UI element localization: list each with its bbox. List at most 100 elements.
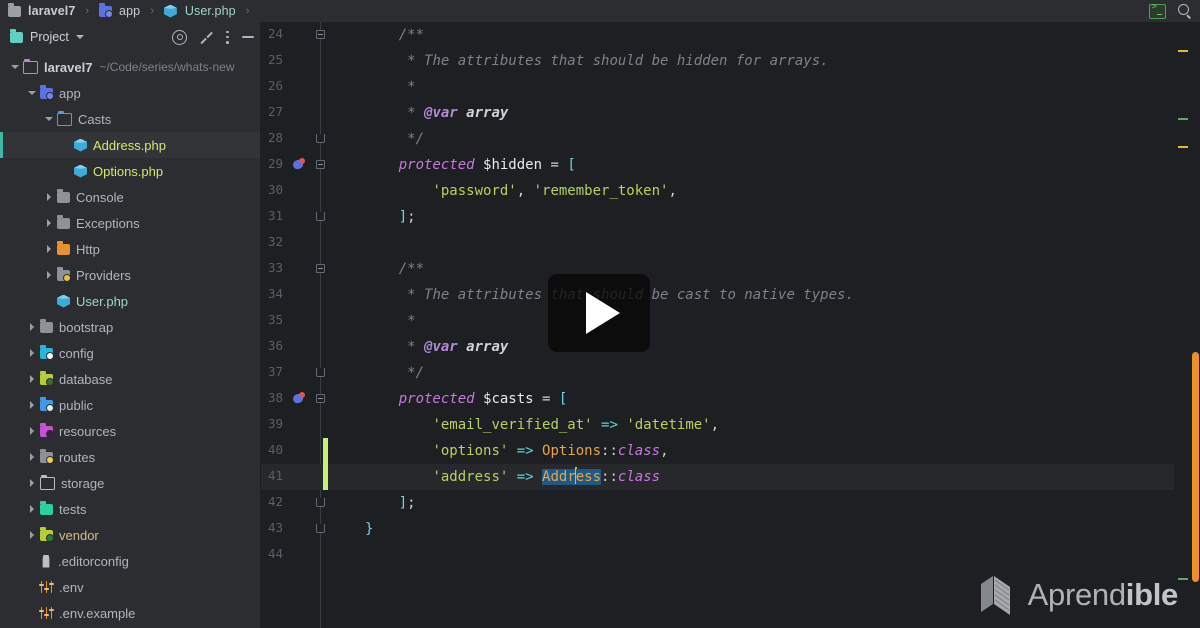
editor-marker[interactable]	[1178, 118, 1188, 120]
options-kebab-icon[interactable]	[226, 30, 229, 44]
code-token: @var	[424, 339, 458, 355]
phpstorm-window: laravel7 › app › User.php › > Project la…	[0, 0, 1200, 628]
tree-toggle-collapsed-icon[interactable]	[42, 193, 55, 201]
tree-item-user-php[interactable]: User.php	[0, 288, 260, 314]
play-button[interactable]	[548, 274, 650, 352]
code-token: *	[407, 313, 416, 329]
code-line[interactable]: */	[365, 126, 424, 152]
editor-gutter[interactable]: 24 25 26 27 28 29 30 31 32 33 34 35 36 37 38 39 40 41 42 43…	[261, 22, 325, 628]
code-line[interactable]: 'address' => Address::class	[365, 464, 660, 490]
tree-toggle-collapsed-icon[interactable]	[25, 531, 38, 539]
breadcrumb-bar: laravel7 › app › User.php ›	[0, 0, 1200, 22]
tree-toggle-collapsed-icon[interactable]	[25, 349, 38, 357]
tree-item-tests[interactable]: tests	[0, 496, 260, 522]
code-line[interactable]: *	[365, 308, 416, 334]
code-line[interactable]: * @var array	[365, 334, 508, 360]
code-token: ,	[660, 443, 669, 459]
code-line[interactable]: * @var array	[365, 100, 508, 126]
code-line[interactable]: /**	[365, 256, 424, 282]
tree-item-address-php[interactable]: Address.php	[0, 132, 260, 158]
line-number: 43	[267, 520, 283, 535]
code-token: }	[365, 521, 374, 537]
tree-toggle-collapsed-icon[interactable]	[25, 479, 38, 487]
code-line[interactable]: ];	[365, 490, 416, 516]
tree-item-bootstrap[interactable]: bootstrap	[0, 314, 260, 340]
tree-item-config[interactable]: config	[0, 340, 260, 366]
folder-grey-icon	[57, 189, 70, 203]
code-line[interactable]: *	[365, 74, 415, 100]
editor-marker[interactable]	[1178, 146, 1188, 148]
tree-item-providers[interactable]: Providers	[0, 262, 260, 288]
editor-code-area[interactable]: /** * The attributes that should be hidd…	[323, 22, 1200, 628]
code-line[interactable]: */	[365, 360, 424, 386]
chevron-down-icon[interactable]	[75, 35, 84, 39]
tree-toggle-expanded-icon[interactable]	[25, 91, 38, 95]
collapse-all-icon[interactable]	[200, 31, 213, 44]
scrollbar-thumb[interactable]	[1192, 352, 1199, 582]
laravel-bean-gutter-icon[interactable]	[291, 392, 306, 405]
code-line[interactable]: 'password', 'remember_token',	[365, 178, 676, 204]
tree-item-casts[interactable]: Casts	[0, 106, 260, 132]
tree-toggle-collapsed-icon[interactable]	[42, 245, 55, 253]
tree-item-options-php[interactable]: Options.php	[0, 158, 260, 184]
tree-item-app[interactable]: app	[0, 80, 260, 106]
tree-toggle-collapsed-icon[interactable]	[25, 453, 38, 461]
laravel-bean-gutter-icon[interactable]	[291, 158, 306, 171]
tree-item-database[interactable]: database	[0, 366, 260, 392]
breadcrumb-item-laravel7[interactable]: laravel7	[28, 4, 75, 18]
tree-item-http[interactable]: Http	[0, 236, 260, 262]
breadcrumb-item-user-php[interactable]: User.php	[185, 4, 236, 18]
code-line[interactable]: protected $hidden = [	[365, 152, 576, 178]
terminal-icon[interactable]	[1149, 2, 1166, 19]
php-class-icon	[74, 164, 87, 178]
code-line[interactable]: ];	[365, 204, 416, 230]
code-line[interactable]: /**	[365, 22, 424, 48]
tree-item-env-example[interactable]: .env.example	[0, 600, 260, 626]
code-line[interactable]: 'options' => Options::class,	[365, 438, 669, 464]
tree-item-vendor[interactable]: vendor	[0, 522, 260, 548]
code-editor[interactable]: 24 25 26 27 28 29 30 31 32 33 34 35 36 37 38 39 40 41 42 43…	[261, 22, 1200, 628]
breadcrumb-right-icons	[1149, 0, 1192, 22]
vcs-change-marker[interactable]	[323, 438, 328, 464]
editor-scrollbar[interactable]	[1188, 22, 1200, 628]
tree-item-public[interactable]: public	[0, 392, 260, 418]
tree-item-resources[interactable]: resources	[0, 418, 260, 444]
tree-item-label: .env.example	[59, 605, 136, 621]
code-token: class	[617, 469, 661, 485]
editor-marker[interactable]	[1178, 50, 1188, 52]
editor-marker[interactable]	[1178, 578, 1188, 580]
code-line[interactable]: * The attributes that should be hidden f…	[365, 48, 828, 74]
tree-toggle-collapsed-icon[interactable]	[25, 427, 38, 435]
tree-item-laravel7[interactable]: laravel7 ~/Code/series/whats-new	[0, 54, 260, 80]
code-token: ess	[575, 469, 602, 485]
tree-item-routes[interactable]: routes	[0, 444, 260, 470]
tree-toggle-collapsed-icon[interactable]	[25, 505, 38, 513]
tree-item-exceptions[interactable]: Exceptions	[0, 210, 260, 236]
tree-toggle-collapsed-icon[interactable]	[25, 323, 38, 331]
tree-toggle-collapsed-icon[interactable]	[25, 375, 38, 383]
tree-toggle-expanded-icon[interactable]	[42, 117, 55, 121]
code-line[interactable]: 'email_verified_at' => 'datetime',	[365, 412, 719, 438]
minimize-icon[interactable]	[242, 36, 254, 38]
tree-item-editorconfig[interactable]: .editorconfig	[0, 548, 260, 574]
code-token: protected	[398, 391, 475, 407]
php-class-icon	[74, 138, 87, 152]
code-line[interactable]: }	[365, 516, 373, 542]
tree-item-console[interactable]: Console	[0, 184, 260, 210]
code-token: $casts	[483, 391, 534, 407]
tree-toggle-collapsed-icon[interactable]	[25, 401, 38, 409]
tree-toggle-expanded-icon[interactable]	[8, 65, 21, 69]
vcs-change-marker[interactable]	[323, 464, 328, 490]
locate-target-icon[interactable]	[172, 29, 187, 45]
tree-item-env[interactable]: .env	[0, 574, 260, 600]
code-line[interactable]: protected $casts = [	[365, 386, 568, 412]
code-token: [	[558, 391, 568, 407]
search-icon[interactable]	[1178, 4, 1192, 18]
tree-item-label: laravel7	[44, 59, 93, 75]
tree-toggle-collapsed-icon[interactable]	[42, 271, 55, 279]
tree-toggle-collapsed-icon[interactable]	[42, 219, 55, 227]
tree-item-storage[interactable]: storage	[0, 470, 260, 496]
breadcrumb-item-app[interactable]: app	[119, 4, 140, 18]
